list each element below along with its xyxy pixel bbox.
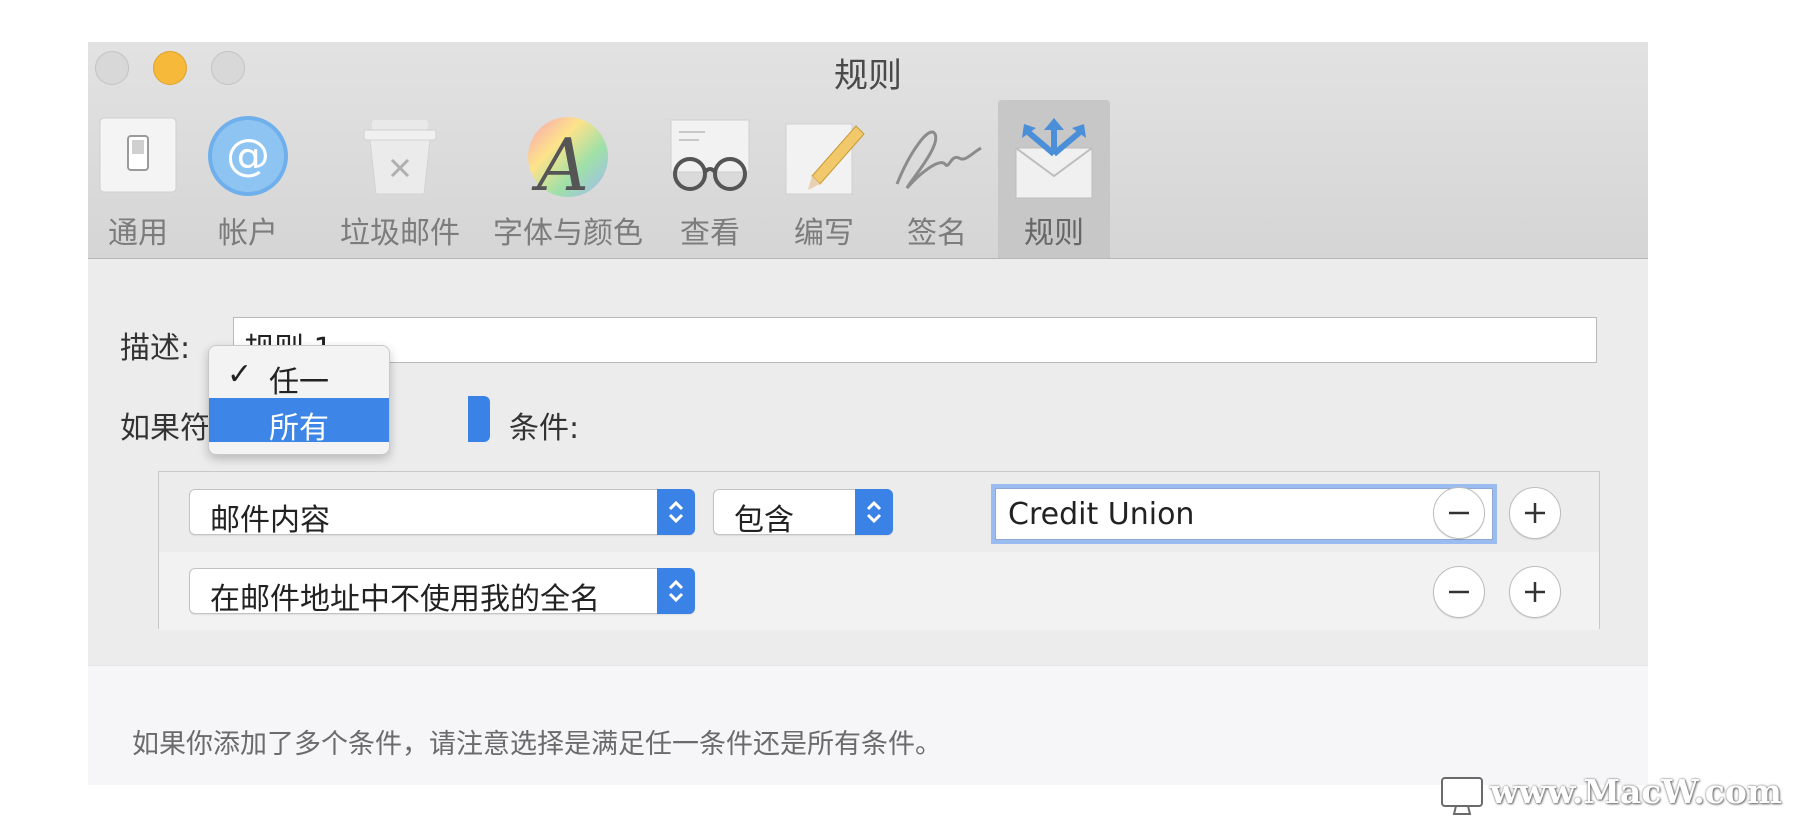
toolbar-item-composing[interactable]: 编写	[774, 100, 874, 258]
font-color-icon: A	[528, 117, 608, 200]
chevron-updown-icon	[855, 489, 893, 535]
footer: 如果你添加了多个条件，请注意选择是满足任一条件还是所有条件。	[88, 665, 1648, 785]
toolbar-label: 垃圾邮件	[340, 216, 460, 251]
condition-row: 邮件内容 包含 Credit Union	[159, 472, 1599, 552]
window-title: 规则	[834, 56, 902, 96]
switch-icon	[99, 117, 177, 193]
condition-operator-select[interactable]: 包含	[713, 489, 893, 538]
toolbar-label: 规则	[1024, 216, 1084, 251]
checkmark-icon: ✓	[227, 357, 253, 392]
match-type-select[interactable]	[468, 396, 490, 442]
menu-item-label: 任一	[269, 365, 329, 400]
plus-icon	[1525, 582, 1545, 602]
minus-icon	[1449, 511, 1469, 515]
menu-item-all[interactable]: 所有	[209, 398, 389, 446]
remove-condition-button[interactable]	[1433, 487, 1485, 539]
description-label: 描述:	[120, 331, 191, 366]
conditions-list: 邮件内容 包含 Credit Union 在邮件地址中不使用我的全名	[158, 471, 1600, 630]
condition-suffix-label: 条件:	[509, 411, 580, 446]
condition-field-select[interactable]: 在邮件地址中不使用我的全名	[189, 568, 695, 617]
rules-envelope-icon	[1015, 118, 1093, 199]
footer-note: 如果你添加了多个条件，请注意选择是满足任一条件还是所有条件。	[132, 729, 942, 760]
toolbar-item-fonts-colors[interactable]: A 字体与颜色	[480, 100, 656, 258]
menu-item-label: 所有	[269, 411, 329, 446]
condition-value-input[interactable]: Credit Union	[995, 488, 1493, 540]
plus-icon	[1525, 503, 1545, 523]
toolbar-label: 查看	[680, 216, 740, 251]
add-condition-button[interactable]	[1509, 487, 1561, 539]
trash-bin-icon	[363, 120, 437, 195]
watermark: www.MacW.com	[1440, 768, 1806, 820]
toolbar-label: 字体与颜色	[493, 216, 643, 251]
monitor-logo-icon	[1441, 777, 1483, 815]
toolbar-item-rules[interactable]: 规则	[998, 100, 1110, 258]
condition-row: 在邮件地址中不使用我的全名	[159, 552, 1599, 630]
toolbar-label: 通用	[108, 216, 168, 251]
minus-icon	[1449, 590, 1469, 594]
chevron-updown-icon	[657, 489, 695, 535]
select-value: 邮件内容	[210, 503, 330, 538]
select-value: 包含	[734, 503, 794, 538]
svg-text:@: @	[226, 130, 270, 181]
glasses-icon	[670, 119, 750, 191]
toolbar-item-viewing[interactable]: 查看	[660, 100, 760, 258]
watermark-text: www.MacW.com	[1490, 772, 1782, 811]
svg-text:A: A	[531, 123, 589, 200]
toolbar-label: 帐户	[218, 216, 278, 251]
pencil-icon	[785, 123, 865, 195]
rule-editor: 描述: 规则 1 如果符合下列 条件: 邮件内容 包含 Credit	[88, 259, 1648, 665]
toolbar-label: 编写	[794, 216, 854, 251]
toolbar-item-accounts[interactable]: @ 帐户	[198, 100, 298, 258]
select-value: 在邮件地址中不使用我的全名	[210, 582, 600, 617]
add-condition-button[interactable]	[1509, 566, 1561, 618]
condition-field-select[interactable]: 邮件内容	[189, 489, 695, 538]
toolbar-item-signatures[interactable]: 签名	[884, 100, 990, 258]
toolbar-item-general[interactable]: 通用	[88, 100, 188, 258]
toolbar-item-junk-mail[interactable]: 垃圾邮件	[320, 100, 480, 258]
menu-item-any[interactable]: ✓ 任一	[209, 352, 389, 400]
remove-condition-button[interactable]	[1433, 566, 1485, 618]
signature-icon	[895, 130, 982, 189]
at-icon: @	[208, 116, 288, 196]
match-type-menu: ✓ 任一 所有	[208, 345, 390, 455]
titlebar: 规则 通用 @ 帐户 垃圾邮件 A 字体与颜色 查看 编写 签名 规则	[88, 42, 1648, 259]
chevron-updown-icon	[657, 568, 695, 614]
toolbar-label: 签名	[907, 216, 967, 251]
description-field[interactable]: 规则 1	[233, 317, 1597, 367]
